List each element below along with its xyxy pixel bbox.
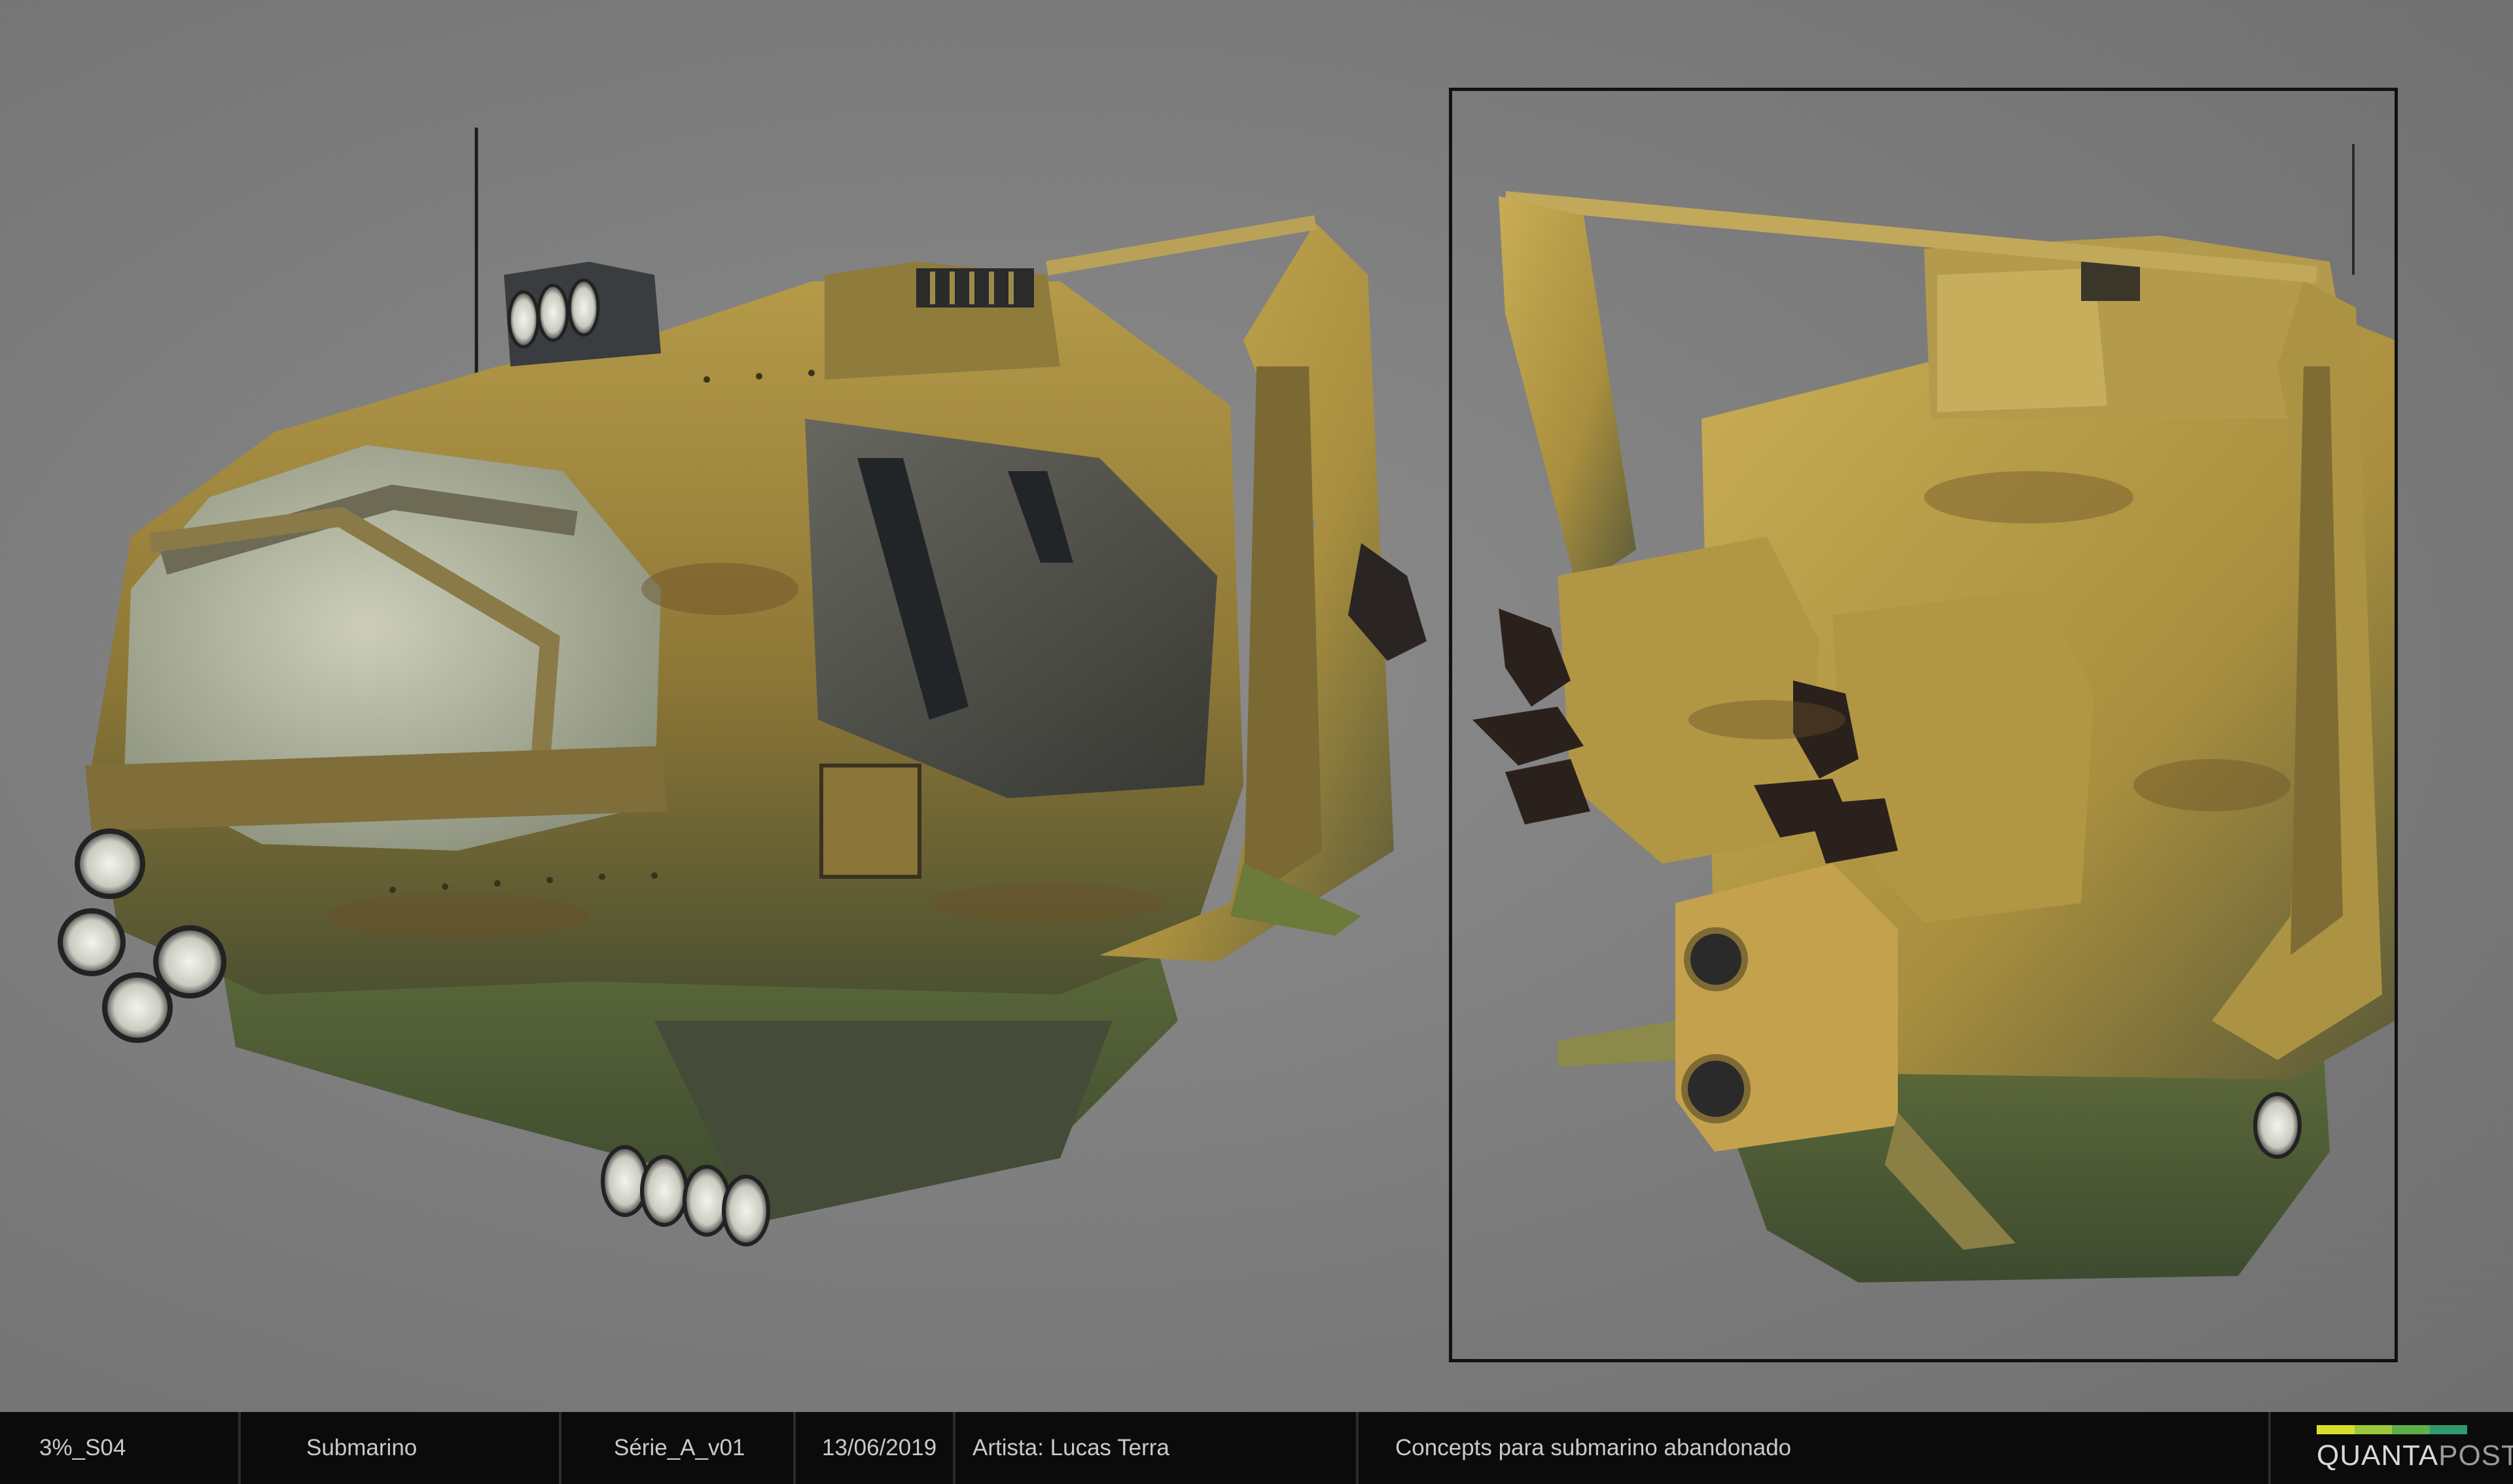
info-bar: 3%_S04 Submarino Série_A_v01 13/06/2019 … (0, 1412, 2513, 1484)
submarine-main-view (58, 128, 1427, 1246)
logo-color-stripe (2317, 1425, 2467, 1434)
detail-view-frame (1449, 88, 2398, 1362)
project-code: 3%_S04 (0, 1412, 241, 1484)
studio-logo: QUANTAPOST (2271, 1412, 2513, 1484)
logo-name-right: POST (2438, 1440, 2513, 1472)
logo-name-left: QUANTA (2317, 1440, 2439, 1472)
version-label: Série_A_v01 (561, 1412, 796, 1484)
asset-name: Submarino (241, 1412, 561, 1484)
artist-label: Artista: Lucas Terra (955, 1412, 1359, 1484)
description-label: Concepts para submarino abandonado (1359, 1412, 2271, 1484)
date-label: 13/06/2019 (796, 1412, 955, 1484)
artwork-canvas (0, 0, 2513, 1412)
